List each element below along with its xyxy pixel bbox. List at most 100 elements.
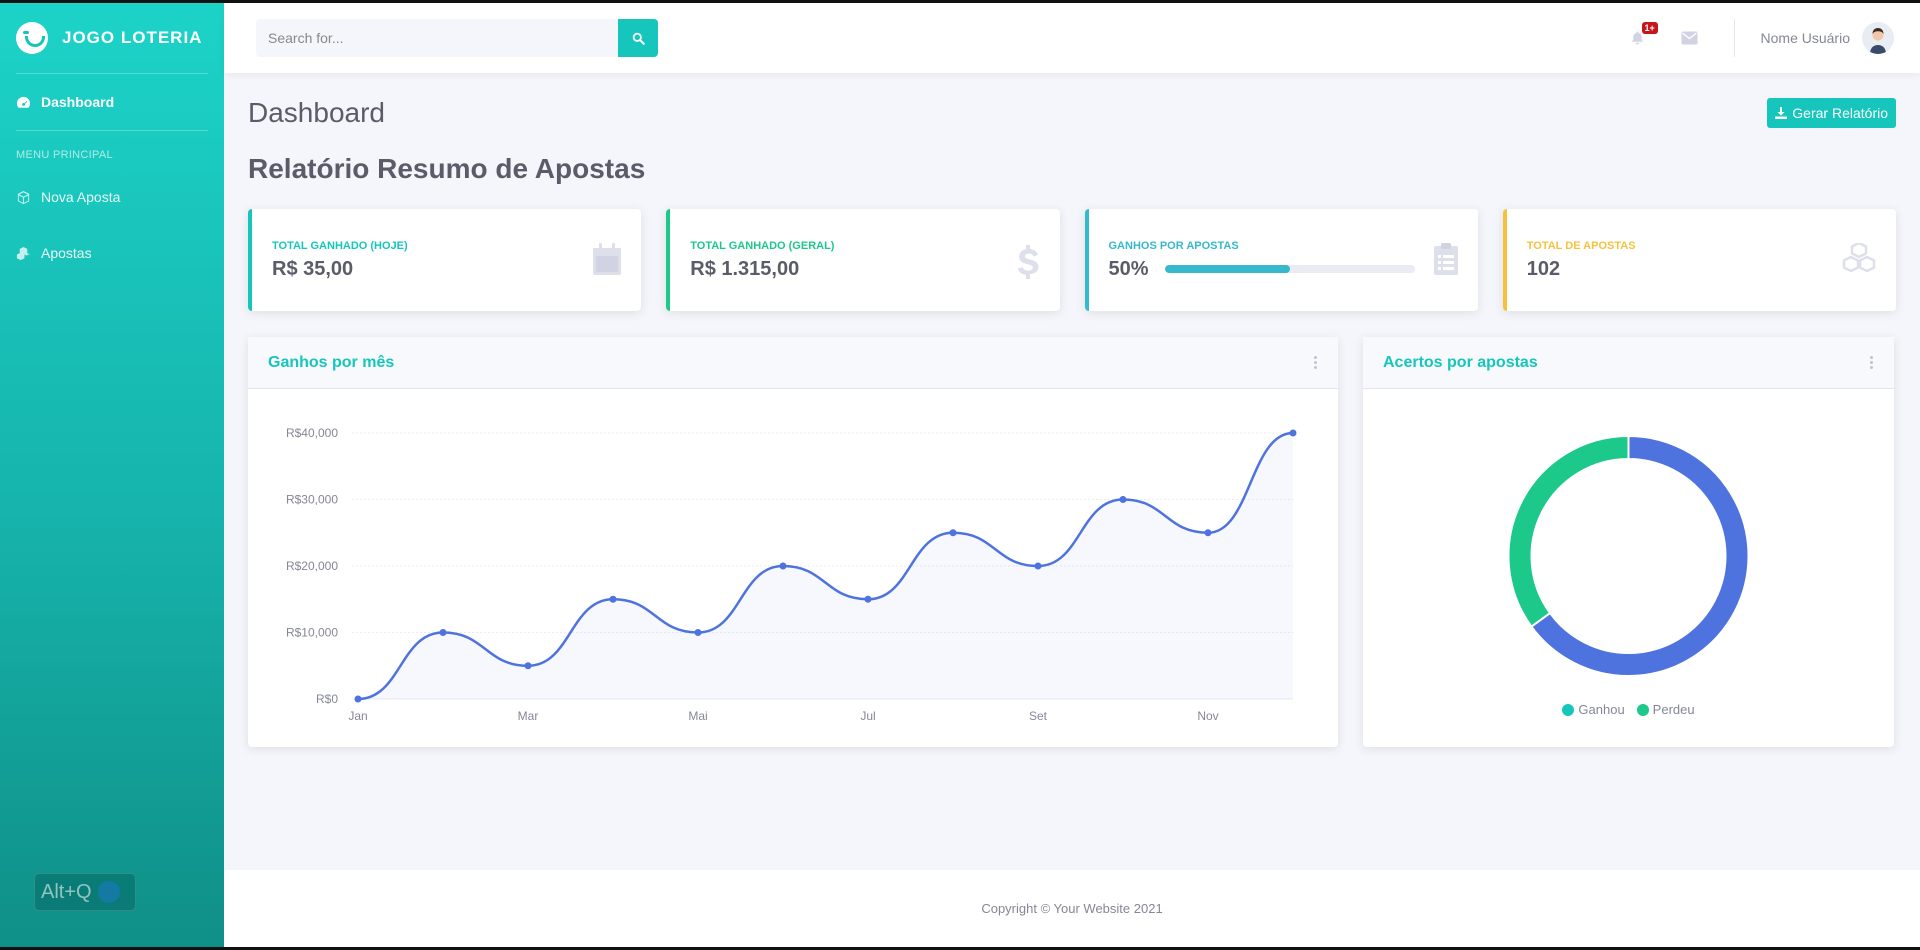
donut-legend: Ganhou Perdeu [1363,702,1894,717]
alt-q-widget[interactable]: Alt+Q [34,873,136,911]
card-total-general: TOTAL GANHADO (GERAL) R$ 1.315,00 [666,209,1060,311]
panel-title: Acertos por apostas [1383,353,1538,371]
calendar-icon [593,243,622,275]
alerts-button[interactable]: 1+ [1612,22,1664,46]
card-label: GANHOS POR APOSTAS [1108,239,1239,252]
envelope-icon [1681,31,1698,45]
card-total-bets: TOTAL DE APOSTAS 102 [1502,209,1896,311]
donut-slice [1507,434,1630,628]
y-tick-label: R$30,000 [286,493,338,507]
sidebar-heading: MENU PRINCIPAL [16,149,113,161]
y-tick-label: R$0 [316,692,338,706]
sidebar: JOGO LOTERIA Dashboard MENU PRINCIPAL No… [0,3,224,947]
data-point [1289,429,1297,437]
search-button[interactable] [618,19,658,57]
dollar-icon [1017,245,1038,279]
data-point [1034,562,1042,570]
assistant-icon [97,881,120,903]
user-avatar-icon [1862,22,1894,54]
more-options-icon[interactable] [1314,356,1318,369]
footer: Copyright © Your Website 2021 [224,870,1920,947]
brand-name: JOGO LOTERIA [62,28,203,47]
footer-copyright: Copyright © Your Website 2021 [981,901,1163,916]
data-point [1204,529,1212,537]
data-point [524,662,532,670]
section-title: Relatório Resumo de Apostas [248,153,646,184]
x-tick-label: Jul [860,709,875,723]
brand[interactable]: JOGO LOTERIA [0,3,224,73]
summary-cards: TOTAL GANHADO (HOJE) R$ 35,00 TOTAL GANH… [248,209,1896,311]
messages-button[interactable] [1664,31,1716,45]
card-total-today: TOTAL GANHADO (HOJE) R$ 35,00 [248,209,642,311]
data-point [864,595,872,603]
alerts-badge: 1+ [1641,22,1658,34]
x-tick-label: Jan [348,709,367,723]
cube-icon [17,190,30,204]
line-chart-panel: Ganhos por mês R$0 R$10,000 R$20,000 R$30,0… [248,337,1338,747]
search-icon [632,32,645,45]
y-tick-label: R$20,000 [286,559,338,573]
legend-swatch [1562,704,1575,716]
main-area: 1+ Nome Usuário Dashboard G [224,3,1920,947]
app-window: JOGO LOTERIA Dashboard MENU PRINCIPAL No… [0,3,1920,947]
topbar: 1+ Nome Usuário [224,3,1920,73]
x-tick-label: Set [1029,709,1048,723]
generate-report-button[interactable]: Gerar Relatório [1767,98,1896,128]
data-point [439,629,447,636]
card-value: R$ 1.315,00 [690,257,800,280]
search-input[interactable] [256,19,618,57]
brand-logo-icon [16,22,48,54]
avatar [1862,22,1894,54]
data-point [1119,496,1127,503]
legend-swatch [1636,704,1649,716]
card-wins-per-bet: GANHOS POR APOSTAS 50% [1084,209,1478,311]
legend-item[interactable]: Perdeu [1636,702,1695,717]
cubes-icon [16,246,31,260]
clipboard-list-icon [1433,243,1458,275]
page-title: Dashboard [248,97,385,128]
data-point [949,529,957,537]
page-header: Dashboard Gerar Relatório [248,95,1896,131]
sidebar-item-apostas[interactable]: Apostas [0,225,224,281]
x-tick-label: Nov [1197,709,1218,723]
progress-row: 50% [1109,258,1415,281]
card-label: TOTAL GANHADO (GERAL) [690,239,835,252]
card-value: 50% [1108,257,1149,280]
card-value: R$ 35,00 [272,257,354,280]
sidebar-item-label: Apostas [41,245,92,261]
more-options-icon[interactable] [1870,356,1874,369]
data-point [354,695,362,703]
wins-progress-fill [1164,265,1290,273]
panel-header: Ganhos por mês [248,337,1338,389]
data-point [609,595,617,603]
cubes-icon [1842,243,1876,273]
donut-chart [1507,434,1750,677]
chart-panels: Ganhos por mês R$0 R$10,000 R$20,000 R$30,0… [248,337,1896,747]
topbar-actions: 1+ Nome Usuário [1612,3,1894,73]
topbar-divider [1733,19,1735,57]
data-point [694,629,702,636]
sidebar-item-label: Nova Aposta [41,189,121,205]
line-chart: R$0 R$10,000 R$20,000 R$30,000 R$40,000 Jan Ma… [286,426,1297,723]
y-tick-label: R$10,000 [286,626,338,640]
legend-item[interactable]: Ganhou [1562,702,1625,717]
donut-chart-panel: Acertos por apostas Ganhou Perdeu [1363,337,1894,747]
sidebar-item-label: Dashboard [41,94,115,110]
user-menu[interactable]: Nome Usuário [1761,22,1894,54]
x-tick-label: Mar [518,709,539,723]
x-tick-label: Mai [688,709,707,723]
page-content: Dashboard Gerar Relatório Relatório Resu… [224,73,1920,747]
user-name: Nome Usuário [1760,30,1850,46]
panel-header: Acertos por apostas [1363,337,1894,389]
generate-report-label: Gerar Relatório [1792,105,1888,121]
search-bar [256,19,658,57]
download-icon [1775,107,1788,119]
sidebar-item-dashboard[interactable]: Dashboard [0,74,224,130]
legend-label: Perdeu [1652,702,1695,717]
wins-progress-bar [1164,265,1415,273]
alt-q-label: Alt+Q [41,880,92,903]
sidebar-item-nova-aposta[interactable]: Nova Aposta [0,169,224,225]
legend-label: Ganhou [1578,702,1625,717]
card-value: 102 [1526,257,1561,280]
card-label: TOTAL DE APOSTAS [1526,239,1636,252]
